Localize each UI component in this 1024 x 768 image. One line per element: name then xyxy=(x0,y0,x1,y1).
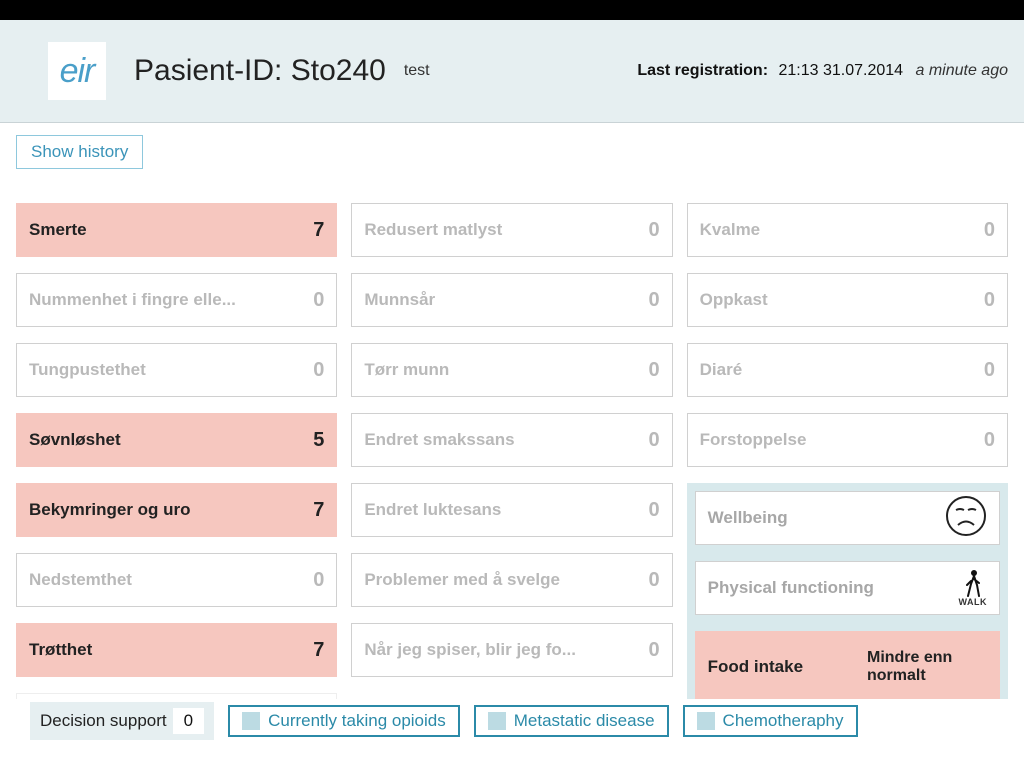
patient-id: Pasient-ID: Sto240 xyxy=(134,54,386,88)
symptom-column-2: Redusert matlyst 0 Munnsår 0 Tørr munn 0… xyxy=(351,203,672,711)
show-history-button[interactable]: Show history xyxy=(16,135,143,169)
symptom-value: 0 xyxy=(649,359,660,382)
tag-chemo[interactable]: Chemotheraphy xyxy=(683,705,858,737)
symptom-cell[interactable]: Tørr munn 0 xyxy=(351,343,672,397)
tag-opioids[interactable]: Currently taking opioids xyxy=(228,705,460,737)
symptom-label: Smerte xyxy=(29,220,87,240)
status-bar xyxy=(0,0,1024,20)
symptom-label: Endret luktesans xyxy=(364,500,501,520)
symptom-cell[interactable]: Endret smakssans 0 xyxy=(351,413,672,467)
symptom-cell[interactable]: Oppkast 0 xyxy=(687,273,1008,327)
sad-face-icon xyxy=(945,495,987,542)
symptom-cell[interactable]: Trøtthet 7 xyxy=(16,623,337,677)
walk-caption: WALK xyxy=(958,597,987,607)
physical-functioning-cell[interactable]: Physical functioning WALK xyxy=(695,561,1000,615)
tag-swatch-icon xyxy=(488,712,506,730)
symptom-cell[interactable]: Munnsår 0 xyxy=(351,273,672,327)
symptom-column-1: Smerte 7 Nummenhet i fingre elle... 0 Tu… xyxy=(16,203,337,711)
decision-support-count: 0 xyxy=(173,708,204,734)
symptom-label: Søvnløshet xyxy=(29,430,121,450)
symptom-label: Tungpustethet xyxy=(29,360,146,380)
symptom-value: 0 xyxy=(649,639,660,662)
last-reg-ago: a minute ago xyxy=(915,62,1008,79)
patient-test-label: test xyxy=(404,62,430,80)
symptom-cell[interactable]: Nedstemthet 0 xyxy=(16,553,337,607)
wellbeing-label: Wellbeing xyxy=(708,508,788,528)
symptom-column-3: Kvalme 0 Oppkast 0 Diaré 0 Forstoppelse … xyxy=(687,203,1008,711)
symptom-label: Nedstemthet xyxy=(29,570,132,590)
food-intake-label: Food intake xyxy=(708,657,803,677)
page-body: Show history Smerte 7 Nummenhet i fingre… xyxy=(0,123,1024,743)
symptom-cell[interactable]: Nummenhet i fingre elle... 0 xyxy=(16,273,337,327)
symptom-label: Bekymringer og uro xyxy=(29,500,191,520)
symptom-label: Når jeg spiser, blir jeg fo... xyxy=(364,640,576,660)
assessment-group: Wellbeing Physical functioning xyxy=(687,483,1008,711)
symptom-label: Munnsår xyxy=(364,290,435,310)
decision-support[interactable]: Decision support 0 xyxy=(30,702,214,740)
symptom-value: 0 xyxy=(984,429,995,452)
tag-label: Currently taking opioids xyxy=(268,711,446,731)
bottom-bar: Decision support 0 Currently taking opio… xyxy=(0,699,1024,743)
symptom-value: 7 xyxy=(313,219,324,242)
symptom-value: 7 xyxy=(313,499,324,522)
symptom-value: 0 xyxy=(984,359,995,382)
symptom-label: Problemer med å svelge xyxy=(364,570,560,590)
symptom-value: 0 xyxy=(984,289,995,312)
symptom-value: 0 xyxy=(313,289,324,312)
symptom-value: 0 xyxy=(313,359,324,382)
symptom-label: Tørr munn xyxy=(364,360,449,380)
symptom-label: Endret smakssans xyxy=(364,430,514,450)
wellbeing-cell[interactable]: Wellbeing xyxy=(695,491,1000,545)
symptom-value: 5 xyxy=(313,429,324,452)
physical-functioning-label: Physical functioning xyxy=(708,578,874,598)
symptom-value: 0 xyxy=(313,569,324,592)
header: eir Pasient-ID: Sto240 test Last registr… xyxy=(0,20,1024,123)
symptom-cell[interactable]: Kvalme 0 xyxy=(687,203,1008,257)
last-registration: Last registration: 21:13 31.07.2014 a mi… xyxy=(637,62,1008,80)
symptom-value: 0 xyxy=(984,219,995,242)
tag-label: Chemotheraphy xyxy=(723,711,844,731)
symptom-value: 0 xyxy=(649,499,660,522)
tag-swatch-icon xyxy=(697,712,715,730)
tag-label: Metastatic disease xyxy=(514,711,655,731)
symptom-grid: Smerte 7 Nummenhet i fingre elle... 0 Tu… xyxy=(16,203,1008,711)
symptom-label: Redusert matlyst xyxy=(364,220,502,240)
symptom-label: Kvalme xyxy=(700,220,760,240)
last-reg-label: Last registration: xyxy=(637,62,768,79)
symptom-cell[interactable]: Problemer med å svelge 0 xyxy=(351,553,672,607)
symptom-value: 0 xyxy=(649,569,660,592)
food-intake-value: Mindre enn normalt xyxy=(867,649,987,686)
symptom-cell[interactable]: Redusert matlyst 0 xyxy=(351,203,672,257)
symptom-label: Diaré xyxy=(700,360,743,380)
walk-icon: WALK xyxy=(958,569,987,607)
symptom-cell[interactable]: Bekymringer og uro 7 xyxy=(16,483,337,537)
symptom-cell[interactable]: Når jeg spiser, blir jeg fo... 0 xyxy=(351,623,672,677)
logo: eir xyxy=(48,42,106,100)
symptom-cell[interactable]: Tungpustethet 0 xyxy=(16,343,337,397)
symptom-value: 0 xyxy=(649,429,660,452)
symptom-value: 0 xyxy=(649,289,660,312)
symptom-value: 7 xyxy=(313,639,324,662)
symptom-label: Forstoppelse xyxy=(700,430,807,450)
symptom-cell[interactable]: Endret luktesans 0 xyxy=(351,483,672,537)
symptom-cell[interactable]: Forstoppelse 0 xyxy=(687,413,1008,467)
last-reg-time: 21:13 31.07.2014 xyxy=(778,62,903,79)
symptom-label: Oppkast xyxy=(700,290,768,310)
food-intake-cell[interactable]: Food intake Mindre enn normalt xyxy=(695,631,1000,703)
tag-swatch-icon xyxy=(242,712,260,730)
symptom-cell[interactable]: Diaré 0 xyxy=(687,343,1008,397)
symptom-value: 0 xyxy=(649,219,660,242)
tag-metastatic[interactable]: Metastatic disease xyxy=(474,705,669,737)
symptom-label: Nummenhet i fingre elle... xyxy=(29,290,236,310)
symptom-label: Trøtthet xyxy=(29,640,92,660)
symptom-cell[interactable]: Smerte 7 xyxy=(16,203,337,257)
decision-support-label: Decision support xyxy=(40,711,167,731)
symptom-cell[interactable]: Søvnløshet 5 xyxy=(16,413,337,467)
